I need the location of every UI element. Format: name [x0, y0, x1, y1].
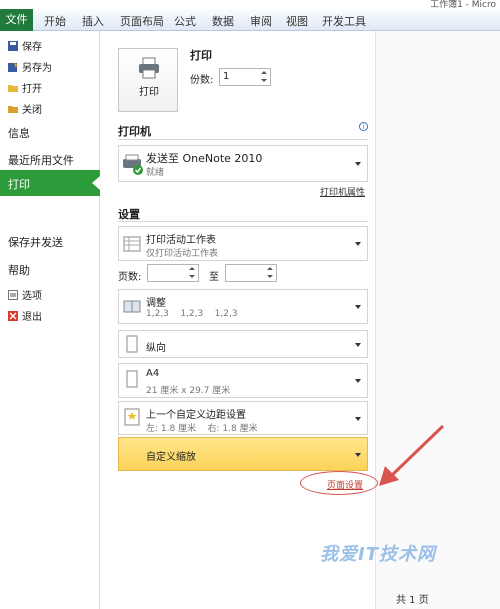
pages-to-label: 至	[209, 272, 219, 283]
nav-print[interactable]: 打印	[0, 170, 100, 196]
worksheet-icon	[123, 236, 141, 252]
nav-exit[interactable]: 退出	[8, 308, 42, 323]
settings-header: 设置	[118, 208, 140, 221]
print-preview-panel	[376, 31, 500, 609]
collate-dropdown[interactable]: 调整 1,2,3 1,2,3 1,2,3	[118, 289, 368, 324]
save-as-icon	[8, 61, 18, 72]
nav-options-label: 选项	[22, 291, 42, 302]
page-counter: 共 1 页	[396, 591, 429, 606]
nav-exit-label: 退出	[22, 312, 42, 323]
spin-up-icon[interactable]	[261, 71, 267, 74]
chevron-down-icon	[355, 305, 361, 309]
chevron-down-icon	[355, 242, 361, 246]
paper-icon	[126, 370, 138, 388]
nav-save[interactable]: 保存	[8, 38, 42, 53]
margins-sub: 左: 1.8 厘米 右: 1.8 厘米	[146, 424, 258, 434]
printer-header: 打印机	[118, 125, 151, 138]
copies-stepper[interactable]: 1	[219, 68, 271, 86]
nav-open-label: 打开	[22, 84, 42, 95]
spin-down-icon[interactable]	[267, 275, 273, 278]
print-scope-title: 打印活动工作表	[146, 235, 216, 246]
nav-close[interactable]: 关闭	[8, 101, 42, 116]
page-setup-link[interactable]: 页面设置	[327, 478, 363, 491]
collate-sub: 1,2,3 1,2,3 1,2,3	[146, 309, 238, 319]
nav-selected-arrow	[92, 176, 100, 190]
margins-icon	[124, 408, 140, 426]
paper-size-sub: 21 厘米 x 29.7 厘米	[146, 386, 231, 396]
chevron-down-icon	[355, 162, 361, 166]
chevron-down-icon	[355, 379, 361, 383]
collate-title: 调整	[146, 298, 166, 309]
print-button-label: 打印	[139, 87, 159, 98]
exit-icon	[8, 310, 18, 321]
save-icon	[8, 40, 18, 51]
spin-down-icon[interactable]	[189, 275, 195, 278]
onenote-printer-icon	[123, 154, 143, 175]
pages-to-stepper[interactable]	[225, 264, 277, 282]
nav-save-label: 保存	[22, 42, 42, 53]
printer-dropdown[interactable]: 发送至 OneNote 2010 就绪	[118, 145, 368, 182]
nav-save-as-label: 另存为	[22, 63, 52, 74]
printer-icon	[139, 57, 159, 79]
chevron-down-icon	[355, 343, 361, 347]
margins-dropdown[interactable]: 上一个自定义边距设置 左: 1.8 厘米 右: 1.8 厘米	[118, 401, 368, 435]
orientation-dropdown[interactable]: 纵向	[118, 330, 368, 358]
orientation-value: 纵向	[146, 343, 166, 354]
info-icon[interactable]: i	[359, 122, 368, 131]
watermark-logo: 我爱IT技术网	[320, 540, 436, 566]
print-button[interactable]: 打印	[118, 48, 178, 112]
nav-print-label: 打印	[8, 178, 30, 191]
margins-title: 上一个自定义边距设置	[146, 410, 246, 421]
spin-up-icon[interactable]	[189, 267, 195, 270]
tab-home[interactable]: 开始	[44, 13, 66, 29]
tab-developer[interactable]: 开发工具	[322, 13, 366, 29]
printer-name: 发送至 OneNote 2010	[146, 152, 263, 165]
paper-size-dropdown[interactable]: A4 21 厘米 x 29.7 厘米	[118, 363, 368, 398]
scaling-value: 自定义缩放	[146, 452, 196, 463]
ribbon-tabs: 开始 插入 页面布局 公式 数据 审阅 视图 开发工具	[0, 9, 500, 31]
tab-formulas[interactable]: 公式	[174, 13, 196, 29]
nav-close-label: 关闭	[22, 105, 42, 116]
tab-insert[interactable]: 插入	[82, 13, 104, 29]
collate-icon	[123, 300, 141, 313]
nav-recent[interactable]: 最近所用文件	[8, 152, 74, 168]
print-header: 打印	[190, 49, 212, 62]
pages-label: 页数:	[118, 272, 142, 283]
printer-divider	[118, 139, 368, 140]
tab-data[interactable]: 数据	[212, 13, 234, 29]
options-icon	[8, 289, 18, 300]
tab-file[interactable]: 文件	[0, 9, 33, 31]
nav-help[interactable]: 帮助	[8, 262, 30, 278]
nav-info[interactable]: 信息	[8, 125, 30, 141]
page-counter-text: 共 1 页	[396, 595, 429, 606]
printer-properties-link[interactable]: 打印机属性	[320, 185, 365, 198]
folder-open-icon	[8, 84, 18, 92]
title-bar: 工作簿1 - Micro	[0, 0, 500, 10]
print-scope-dropdown[interactable]: 打印活动工作表 仅打印活动工作表	[118, 226, 368, 261]
folder-close-icon	[8, 105, 18, 113]
spin-down-icon[interactable]	[261, 79, 267, 82]
copies-label: 份数:	[190, 75, 214, 86]
nav-open[interactable]: 打开	[8, 80, 42, 95]
pages-from-stepper[interactable]	[147, 264, 199, 282]
settings-divider	[118, 221, 368, 222]
chevron-down-icon	[355, 417, 361, 421]
portrait-page-icon	[126, 335, 138, 353]
scaling-dropdown[interactable]: 自定义缩放	[118, 437, 368, 471]
spin-up-icon[interactable]	[267, 267, 273, 270]
annotation-arrow	[379, 424, 445, 486]
tab-page-layout[interactable]: 页面布局	[120, 13, 164, 29]
nav-save-send[interactable]: 保存并发送	[8, 234, 63, 250]
chevron-down-icon	[355, 453, 361, 457]
tab-view[interactable]: 视图	[286, 13, 308, 29]
paper-size-title: A4	[146, 368, 160, 379]
tab-review[interactable]: 审阅	[250, 13, 272, 29]
nav-options[interactable]: 选项	[8, 287, 42, 302]
nav-save-as[interactable]: 另存为	[8, 59, 52, 74]
copies-value: 1	[223, 71, 230, 82]
watermark-text: 我爱IT技术网	[320, 544, 436, 565]
print-scope-sub: 仅打印活动工作表	[146, 249, 219, 259]
printer-status: 就绪	[146, 168, 165, 178]
